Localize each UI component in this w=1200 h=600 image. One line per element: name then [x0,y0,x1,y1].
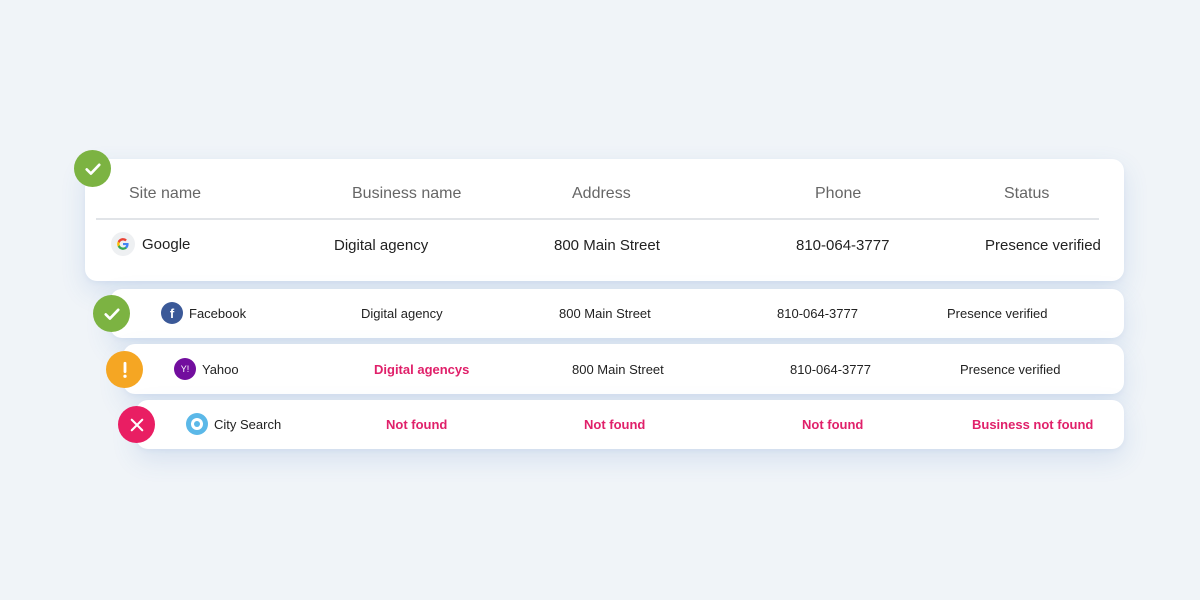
site-name: Google [142,235,191,253]
google-logo-icon [111,232,135,256]
address-cell: 800 Main Street [572,362,664,377]
phone-cell: Not found [802,417,864,432]
column-header-status: Status [1004,185,1050,202]
listing-card-yahoo: Y! Yahoo Digital agencys 800 Main Street… [123,344,1124,394]
business-name-cell: Not found [386,417,448,432]
site-name: Yahoo [202,361,239,377]
exclamation-icon [106,351,143,388]
business-name-cell: Digital agency [361,306,443,321]
site-cell: f Facebook [161,302,246,324]
close-icon [118,406,155,443]
business-name-cell: Digital agency [334,237,429,254]
status-cell: Presence verified [985,237,1101,254]
column-header-site-name: Site name [129,185,202,202]
listing-card-facebook: f Facebook Digital agency 800 Main Stree… [110,289,1124,338]
check-icon [93,295,130,332]
column-header-address: Address [572,185,631,202]
header-divider [96,218,1099,220]
check-icon [74,150,111,187]
column-header-business-name: Business name [352,185,462,202]
yahoo-logo-icon: Y! [174,358,196,380]
site-cell: City Search [186,413,281,435]
address-cell: 800 Main Street [554,237,660,254]
facebook-logo-icon: f [161,302,183,324]
site-cell: Y! Yahoo [174,358,239,380]
status-cell: Presence verified [960,362,1061,377]
site-name: Facebook [189,305,247,321]
business-name-cell: Digital agencys [374,362,470,377]
listing-card-google: Site name Business name Address Phone St… [85,159,1124,281]
address-cell: 800 Main Street [559,306,651,321]
phone-cell: 810-064-3777 [790,362,871,377]
citysearch-logo-icon [186,413,208,435]
address-cell: Not found [584,417,646,432]
phone-cell: 810-064-3777 [777,306,858,321]
listing-card-city-search: City Search Not found Not found Not foun… [136,400,1124,449]
site-cell: Google [111,232,190,256]
site-name: City Search [214,416,282,432]
status-cell: Presence verified [947,306,1048,321]
phone-cell: 810-064-3777 [796,237,890,254]
column-header-phone: Phone [815,185,862,202]
status-cell: Business not found [972,417,1094,432]
